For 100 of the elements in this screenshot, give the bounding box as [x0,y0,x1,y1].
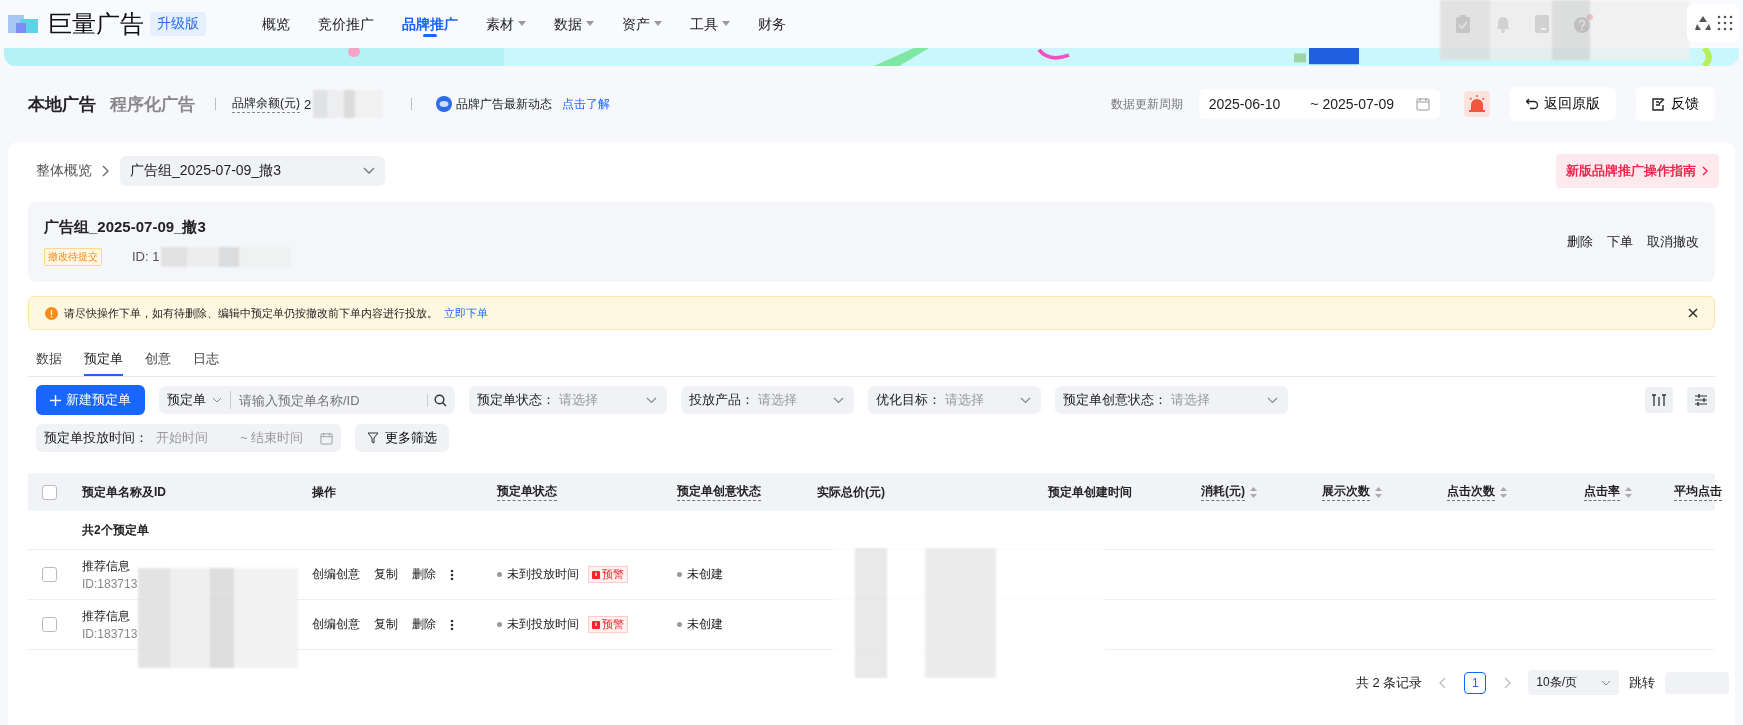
nav-item[interactable]: 资产 [608,1,676,47]
order-name: 推荐信息 [82,558,130,575]
row-action-link[interactable]: 删除 [412,566,436,583]
chevron-down-icon [1601,679,1611,686]
filter-icon [367,432,379,444]
more-filters-button[interactable]: 更多筛选 [355,424,449,452]
news-icon [436,96,453,112]
chevron-right-icon [102,165,110,177]
period-label: 数据更新周期 [1110,95,1183,113]
row-action-link[interactable]: 创编创意 [312,616,360,633]
feedback-button[interactable]: 反馈 [1636,87,1715,121]
column-header: 操作 [312,483,336,501]
page-button[interactable]: 1 [1464,671,1487,694]
alarm-icon[interactable] [1464,91,1490,117]
more-icon[interactable] [450,618,454,631]
order-id: ID:183713 [82,577,138,591]
column-header: 平均点击 [1674,483,1722,501]
date-filter[interactable]: 预定单投放时间： 开始时间 ~ 结束时间 [36,424,341,452]
tab[interactable]: 创意 [145,350,171,376]
order-name: 推荐信息 [82,608,130,625]
caret-icon [722,21,730,27]
chevron-down-icon [212,397,222,403]
row-action-link[interactable]: 创编创意 [312,566,360,583]
column-header: 预定单名称及ID [82,483,166,501]
ad-type-tab[interactable]: 本地广告 [28,92,96,116]
filter-select[interactable]: 优化目标： 请选择 [868,386,1041,414]
row-action-link[interactable]: 复制 [374,566,398,583]
group-id: ID: 1 [132,249,160,264]
nav-item[interactable]: 素材 [472,1,540,47]
news-text: 品牌广告最新动态 [456,95,553,113]
date-range-field[interactable]: 2025-06-10 ~ 2025-07-09 [1198,89,1440,119]
balance-label: 品牌余额(元) [232,95,300,113]
sort-icon [1375,486,1382,498]
column-header[interactable]: 展示次数 [1322,483,1382,501]
news-link[interactable]: 点击了解 [562,95,611,113]
search-field[interactable]: 预定单 请输入预定单名称/ID [159,386,455,414]
filter-select[interactable]: 预定单创意状态： 请选择 [1055,386,1288,414]
balance-value: 2 [304,96,312,112]
grid-icon[interactable] [1716,15,1733,31]
filter-select[interactable]: 投放产品： 请选择 [681,386,854,414]
back-button[interactable]: 返回原版 [1510,87,1616,121]
search-type-select[interactable]: 预定单 [167,391,231,409]
nav-item[interactable]: 数据 [540,1,608,47]
chevron-right-icon [1702,166,1709,176]
column-header[interactable]: 点击率 [1584,483,1632,501]
sort-icon [1250,486,1257,498]
warning-icon [45,306,58,320]
group-select[interactable]: 广告组_2025-07-09_撤3 [120,156,385,186]
tab[interactable]: 数据 [36,350,62,376]
caret-icon [586,21,594,27]
guide-link[interactable]: 新版品牌推广操作指南 [1556,154,1719,188]
row-action-link[interactable]: 复制 [374,616,398,633]
group-action-link[interactable]: 下单 [1607,233,1633,251]
column-header: 预定单创建时间 [1048,483,1132,501]
row-action-link[interactable]: 删除 [412,616,436,633]
group-action-link[interactable]: 删除 [1567,233,1593,251]
logo-text: 巨量广告 [48,9,144,39]
column-header[interactable]: 消耗(元) [1201,483,1257,501]
group-action-link[interactable]: 取消撤改 [1647,233,1699,251]
sort-icon [1625,486,1632,498]
row-checkbox[interactable] [42,567,57,582]
columns-icon[interactable] [1645,387,1673,413]
edition-badge: 升级版 [150,12,206,36]
undo-icon [1526,98,1538,110]
row-checkbox[interactable] [42,617,57,632]
more-icon[interactable] [450,568,454,581]
summary-text: 共2个预定单 [82,521,149,539]
creative-status: 未创建 [687,566,723,583]
alert-text: 请尽快操作下单，如有待删除、编辑中预定单仍按撤改前下单内容进行投放。 [64,305,438,321]
plus-icon [50,394,61,406]
blurred-area [313,90,384,118]
sort-icon [1500,486,1507,498]
select-all-checkbox[interactable] [42,484,57,500]
caret-icon [654,21,662,27]
nav-item[interactable]: 财务 [744,1,800,47]
tab[interactable]: 预定单 [84,350,123,376]
settings-icon[interactable] [1687,387,1715,413]
calendar-icon [1416,97,1430,111]
search-icon[interactable] [427,393,447,407]
filter-select[interactable]: 预定单状态： 请选择 [469,386,667,414]
edit-icon [1652,97,1665,111]
chevron-down-icon [1267,396,1278,404]
total-records: 共 2 条记录 [1355,673,1423,692]
order-id: ID:183713 [82,627,138,641]
page-size-select[interactable]: 10条/页 [1528,670,1619,695]
tab[interactable]: 日志 [193,350,219,376]
nav-item[interactable]: 品牌推广 [388,1,472,47]
jump-label: 跳转 [1629,673,1655,692]
order-status: 未到投放时间 [507,616,579,633]
nav-item[interactable]: 概览 [248,1,304,47]
caret-icon [518,21,526,27]
chevron-down-icon [833,396,844,404]
close-icon[interactable] [1688,308,1698,318]
order-link[interactable]: 立即下单 [444,305,488,321]
nav-item[interactable]: 工具 [676,1,744,47]
breadcrumb-link[interactable]: 整体概览 [36,162,92,180]
new-order-button[interactable]: 新建预定单 [36,385,145,415]
alarm-icon [592,570,600,579]
column-header[interactable]: 点击次数 [1447,483,1507,501]
nav-item[interactable]: 竞价推广 [304,1,388,47]
